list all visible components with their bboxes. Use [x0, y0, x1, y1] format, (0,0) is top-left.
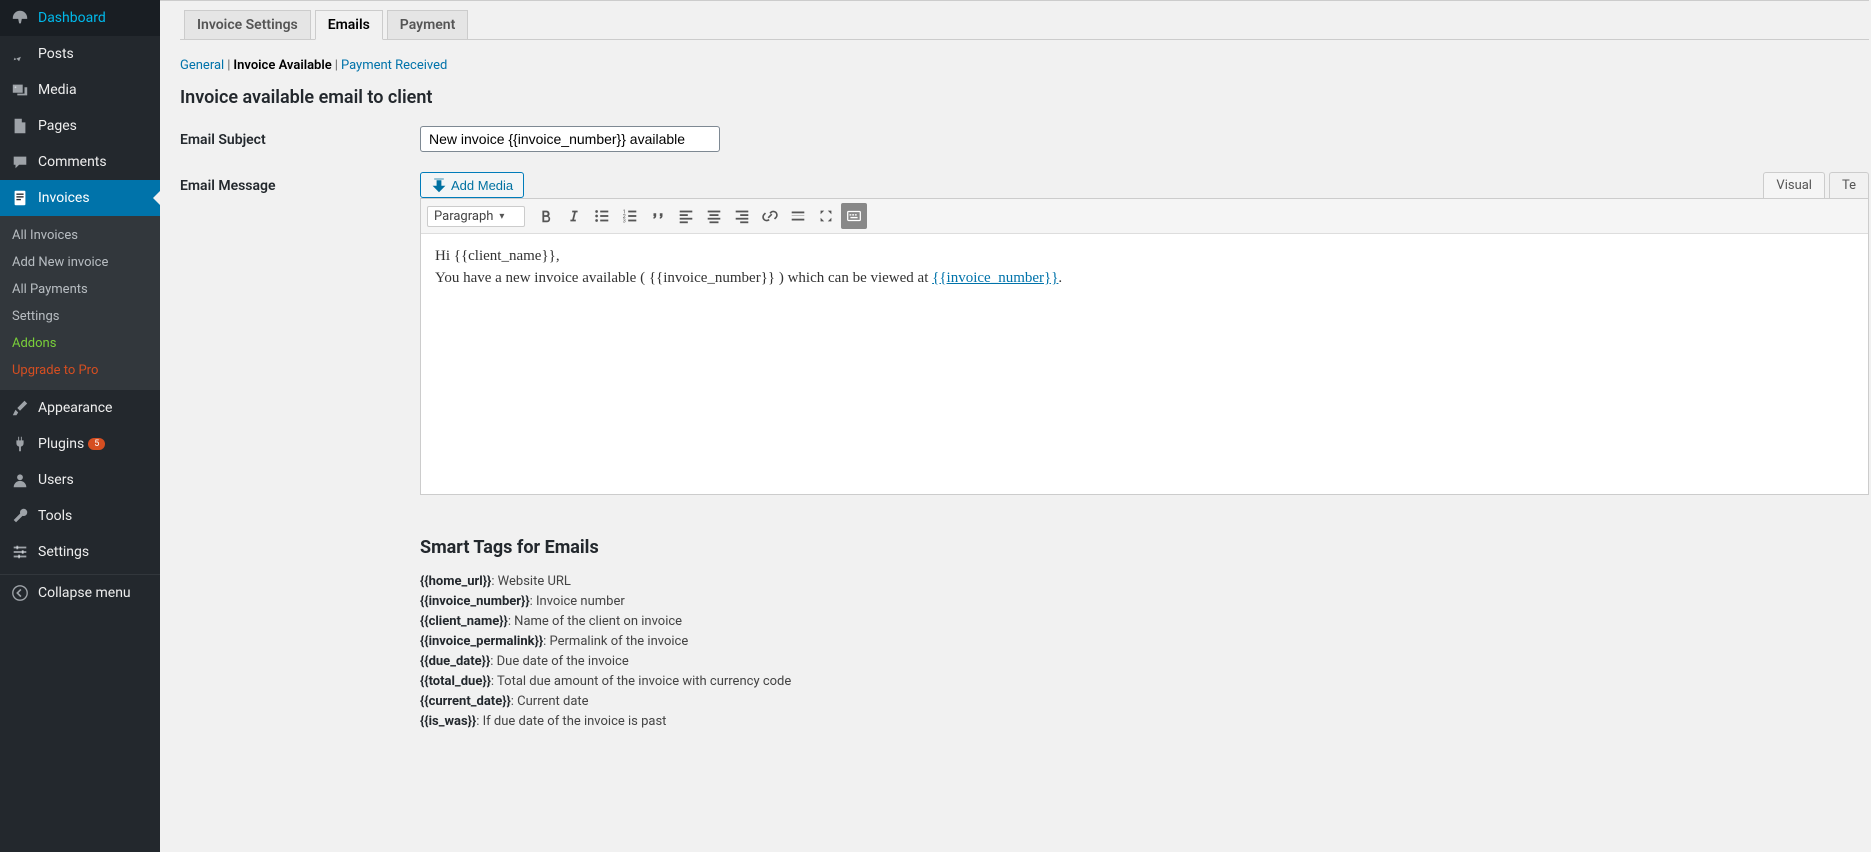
dashboard-icon: [10, 8, 30, 28]
align-left-button[interactable]: [673, 203, 699, 229]
submenu-item-upgrade-to-pro[interactable]: Upgrade to Pro: [0, 357, 160, 384]
main-content: Invoice SettingsEmailsPayment General|In…: [160, 0, 1871, 852]
add-media-button[interactable]: Add Media: [420, 172, 524, 198]
sidebar-item-label: Plugins: [38, 436, 84, 452]
smart-tag-line: {{total_due}}: Total due amount of the i…: [420, 674, 1869, 689]
sub-tabs: General|Invoice Available|Payment Receiv…: [180, 58, 1869, 73]
ol-button[interactable]: 123: [617, 203, 643, 229]
tab-invoice-settings[interactable]: Invoice Settings: [184, 10, 311, 39]
page-icon: [10, 116, 30, 136]
smart-tag-line: {{client_name}}: Name of the client on i…: [420, 614, 1869, 629]
editor-tab-text[interactable]: Te: [1829, 172, 1869, 198]
smart-tag-line: {{invoice_permalink}}: Permalink of the …: [420, 634, 1869, 649]
sidebar-item-label: Pages: [38, 118, 77, 134]
align-center-button[interactable]: [701, 203, 727, 229]
smart-tag-line: {{invoice_number}}: Invoice number: [420, 594, 1869, 609]
editor-toolbar: Paragraph 123: [421, 199, 1868, 234]
link-button[interactable]: [757, 203, 783, 229]
sliders-icon: [10, 542, 30, 562]
smart-tag-line: {{home_url}}: Website URL: [420, 574, 1869, 589]
collapse-icon: [10, 583, 30, 603]
sidebar-item-label: Invoices: [38, 190, 90, 206]
invoice-link[interactable]: {{invoice_number}}: [932, 270, 1058, 286]
wrench-icon: [10, 506, 30, 526]
tab-payment[interactable]: Payment: [387, 10, 469, 39]
smart-tags-title: Smart Tags for Emails: [420, 537, 1869, 558]
badge: 5: [88, 438, 105, 450]
toolbar-toggle-button[interactable]: [841, 203, 867, 229]
email-message-label: Email Message: [180, 172, 420, 194]
smart-tag-line: {{current_date}}: Current date: [420, 694, 1869, 709]
smart-tags-section: Smart Tags for Emails {{home_url}}: Webs…: [420, 537, 1869, 729]
media-icon: [10, 80, 30, 100]
email-subject-input[interactable]: [420, 126, 720, 152]
sidebar-item-settings[interactable]: Settings: [0, 534, 160, 570]
ul-button[interactable]: [589, 203, 615, 229]
email-subject-label: Email Subject: [180, 126, 420, 148]
submenu-item-settings[interactable]: Settings: [0, 303, 160, 330]
sidebar-item-label: Settings: [38, 544, 89, 560]
italic-button[interactable]: [561, 203, 587, 229]
settings-tabs: Invoice SettingsEmailsPayment: [180, 1, 1869, 40]
sidebar-item-appearance[interactable]: Appearance: [0, 390, 160, 426]
sidebar-item-posts[interactable]: Posts: [0, 36, 160, 72]
smart-tag-line: {{due_date}}: Due date of the invoice: [420, 654, 1869, 669]
fullscreen-button[interactable]: [813, 203, 839, 229]
sidebar-item-tools[interactable]: Tools: [0, 498, 160, 534]
sidebar-item-label: Collapse menu: [38, 585, 131, 601]
sidebar-item-plugins[interactable]: Plugins 5: [0, 426, 160, 462]
pin-icon: [10, 44, 30, 64]
bold-button[interactable]: [533, 203, 559, 229]
plug-icon: [10, 434, 30, 454]
sidebar-item-collapse-menu[interactable]: Collapse menu: [0, 574, 160, 611]
sidebar-item-label: Comments: [38, 154, 107, 170]
sidebar-item-dashboard[interactable]: Dashboard: [0, 0, 160, 36]
sidebar-item-media[interactable]: Media: [0, 72, 160, 108]
sidebar-item-label: Appearance: [38, 400, 112, 416]
user-icon: [10, 470, 30, 490]
doc-icon: [10, 188, 30, 208]
submenu-item-all-payments[interactable]: All Payments: [0, 276, 160, 303]
subtab-payment-received[interactable]: Payment Received: [341, 58, 447, 73]
quote-button[interactable]: [645, 203, 671, 229]
subtab-invoice-available: Invoice Available: [233, 58, 331, 73]
smart-tag-line: {{is_was}}: If due date of the invoice i…: [420, 714, 1869, 729]
comment-icon: [10, 152, 30, 172]
sidebar-item-comments[interactable]: Comments: [0, 144, 160, 180]
sidebar-item-users[interactable]: Users: [0, 462, 160, 498]
submenu-item-add-new-invoice[interactable]: Add New invoice: [0, 249, 160, 276]
media-icon: [431, 177, 447, 193]
sidebar-item-invoices[interactable]: Invoices: [0, 180, 160, 216]
sidebar-item-label: Tools: [38, 508, 72, 524]
tab-emails[interactable]: Emails: [315, 10, 383, 40]
sidebar-submenu: All InvoicesAdd New invoiceAll PaymentsS…: [0, 216, 160, 390]
sidebar-item-label: Media: [38, 82, 77, 98]
editor-tab-visual[interactable]: Visual: [1763, 172, 1825, 198]
sidebar-item-label: Users: [38, 472, 74, 488]
svg-text:3: 3: [623, 218, 626, 224]
submenu-item-all-invoices[interactable]: All Invoices: [0, 222, 160, 249]
more-button[interactable]: [785, 203, 811, 229]
rich-text-editor: Paragraph 123: [420, 198, 1869, 495]
subtab-general[interactable]: General: [180, 58, 224, 73]
sidebar-item-label: Dashboard: [38, 10, 106, 26]
align-right-button[interactable]: [729, 203, 755, 229]
sidebar-item-pages[interactable]: Pages: [0, 108, 160, 144]
page-title: Invoice available email to client: [180, 87, 1869, 108]
brush-icon: [10, 398, 30, 418]
format-select[interactable]: Paragraph: [427, 206, 525, 227]
submenu-item-addons[interactable]: Addons: [0, 330, 160, 357]
admin-sidebar: Dashboard Posts Media Pages Comments Invoices…: [0, 0, 160, 852]
sidebar-item-label: Posts: [38, 46, 74, 62]
editor-body[interactable]: Hi {{client_name}}, You have a new invoi…: [421, 234, 1868, 494]
